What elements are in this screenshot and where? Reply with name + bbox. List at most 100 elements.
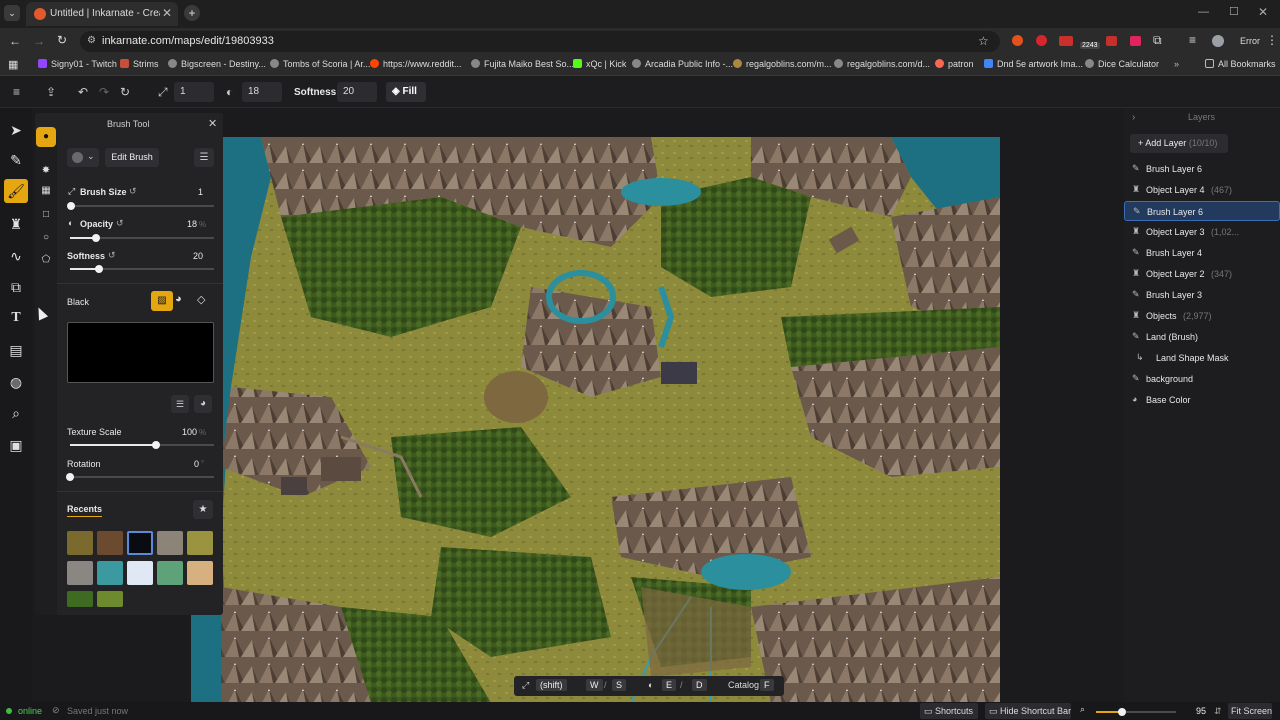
- rotation-value[interactable]: 0: [175, 459, 199, 469]
- brush-settings-sliders-icon[interactable]: ☰: [194, 148, 214, 167]
- redo-icon[interactable]: ↷: [99, 85, 109, 99]
- pentagon-brush-shape-icon[interactable]: ⬠: [38, 252, 54, 268]
- brush-size-value[interactable]: 1: [175, 187, 203, 197]
- window-maximize-button[interactable]: ☐: [1229, 5, 1239, 18]
- layer-row[interactable]: ✎ Brush Layer 3: [1124, 285, 1280, 305]
- slider-handle[interactable]: [66, 473, 74, 481]
- layer-row[interactable]: ◕ Base Color: [1124, 390, 1280, 410]
- recent-swatch[interactable]: [67, 591, 93, 607]
- zoom-slider[interactable]: [1096, 708, 1176, 716]
- recent-swatch[interactable]: [97, 591, 123, 607]
- brush-tool-icon[interactable]: 🖌: [4, 179, 28, 203]
- recent-swatch[interactable]: [127, 561, 153, 585]
- map-canvas[interactable]: [191, 137, 1000, 703]
- recent-swatch[interactable]: [127, 531, 153, 555]
- slider-handle[interactable]: [152, 441, 161, 449]
- square-brush-shape-icon[interactable]: □: [38, 207, 54, 223]
- bookmark-item[interactable]: Bigscreen - Destiny...: [168, 59, 266, 69]
- history-icon[interactable]: ↻: [120, 85, 130, 99]
- texture-mode-icon[interactable]: ▨: [151, 291, 173, 311]
- bookmark-item[interactable]: Arcadia Public Info -...: [632, 59, 733, 69]
- bookmark-item[interactable]: xQc | Kick: [573, 59, 626, 69]
- back-icon[interactable]: ←: [9, 34, 21, 48]
- bookmark-item[interactable]: https://www.reddit...: [370, 59, 462, 69]
- save-icon[interactable]: ▣: [4, 433, 28, 457]
- slider-handle[interactable]: [67, 202, 76, 210]
- browser-menu-icon[interactable]: ⋮: [1266, 33, 1278, 47]
- recent-swatch[interactable]: [97, 561, 123, 585]
- bookmark-item[interactable]: Fujita Maiko Best So...: [471, 59, 574, 69]
- opacity-input[interactable]: 18: [242, 82, 282, 102]
- palette-picker-icon[interactable]: ◕: [194, 395, 212, 413]
- reset-icon[interactable]: ↺: [129, 186, 137, 197]
- bookmark-item[interactable]: regalgoblins.com/m...: [733, 59, 832, 69]
- extension-icon-5[interactable]: [1130, 36, 1141, 46]
- close-tab-icon[interactable]: ✕: [162, 6, 172, 20]
- ring-brush-shape-icon[interactable]: ○: [38, 230, 54, 246]
- layer-row[interactable]: ✎ Land (Brush): [1124, 327, 1280, 347]
- recent-swatch[interactable]: [67, 531, 93, 555]
- eyedropper-icon[interactable]: ✎: [4, 148, 28, 172]
- splat-brush-shape-icon[interactable]: ✸: [38, 163, 54, 179]
- apps-grid-icon[interactable]: ▦: [8, 58, 18, 71]
- zoom-stepper-icon[interactable]: ⇵: [1214, 706, 1222, 717]
- collapse-panel-icon[interactable]: ›: [1132, 112, 1135, 123]
- texture-scale-value[interactable]: 100: [165, 427, 197, 437]
- layer-row[interactable]: ↳ Land Shape Mask: [1124, 348, 1280, 368]
- globe-icon[interactable]: ◍: [4, 370, 28, 394]
- slider-handle[interactable]: [1118, 708, 1126, 716]
- softness-value[interactable]: 20: [175, 251, 203, 261]
- softness-input[interactable]: 20: [337, 82, 377, 102]
- recent-swatch[interactable]: [67, 561, 93, 585]
- tab-search-button[interactable]: ⌄: [4, 5, 20, 21]
- rotation-slider[interactable]: [66, 473, 214, 481]
- reset-icon[interactable]: ↺: [108, 250, 116, 261]
- window-close-button[interactable]: ✕: [1258, 5, 1268, 19]
- opacity-slider[interactable]: [70, 234, 214, 242]
- softness-slider[interactable]: [70, 265, 214, 273]
- hamburger-menu-icon[interactable]: ≡: [13, 85, 20, 99]
- edit-brush-button[interactable]: Edit Brush: [105, 148, 159, 167]
- browser-tab-active[interactable]: Untitled | Inkarnate - Create Fa ✕: [26, 2, 178, 26]
- notes-icon[interactable]: ▤: [4, 338, 28, 362]
- layer-row[interactable]: ✎ Brush Layer 6: [1124, 159, 1280, 179]
- reading-list-icon[interactable]: ≡: [1189, 33, 1196, 47]
- shapes-tool-icon[interactable]: ⧉: [4, 275, 28, 299]
- profile-avatar-icon[interactable]: [1212, 35, 1224, 47]
- zoom-value[interactable]: 95: [1196, 706, 1206, 716]
- layer-row[interactable]: ✎ Brush Layer 4: [1124, 243, 1280, 263]
- all-bookmarks-folder[interactable]: All Bookmarks: [1205, 59, 1276, 69]
- select-cursor-icon[interactable]: ➤: [4, 118, 28, 142]
- reload-icon[interactable]: ↻: [57, 33, 67, 47]
- site-info-icon[interactable]: ⚙: [87, 35, 96, 46]
- close-panel-icon[interactable]: ✕: [208, 117, 217, 130]
- favorites-star-icon[interactable]: ★: [193, 500, 213, 519]
- hide-shortcut-bar-button[interactable]: ▭ Hide Shortcut Bar: [985, 703, 1071, 719]
- bookmark-item[interactable]: Dice Calculator: [1085, 59, 1159, 69]
- recent-swatch[interactable]: [157, 531, 183, 555]
- bookmark-item[interactable]: regalgoblins.com/d...: [834, 59, 930, 69]
- stamp-object-icon[interactable]: ♜: [4, 212, 28, 236]
- fill-button[interactable]: ◈ Fill: [386, 82, 426, 102]
- undo-icon[interactable]: ↶: [78, 85, 88, 99]
- extension-icon-3[interactable]: [1059, 36, 1073, 46]
- bookmark-item[interactable]: Dnd 5e artwork Ima...: [984, 59, 1083, 69]
- fit-screen-button[interactable]: Fit Screen: [1228, 703, 1272, 719]
- layer-row[interactable]: ♜ Object Layer 4 (467): [1124, 180, 1280, 200]
- reset-icon[interactable]: ↺: [116, 218, 124, 229]
- layer-row[interactable]: ✎ background: [1124, 369, 1280, 389]
- bookmark-item[interactable]: Signy01 - Twitch: [38, 59, 117, 69]
- recent-swatch[interactable]: [187, 561, 213, 585]
- bookmark-star-icon[interactable]: ☆: [978, 34, 989, 48]
- slider-handle[interactable]: [94, 265, 103, 273]
- profile-error-label[interactable]: Error: [1240, 36, 1260, 46]
- extension-icon-2[interactable]: [1036, 35, 1047, 46]
- grid-brush-shape-icon[interactable]: ▦: [38, 183, 54, 199]
- bookmark-item[interactable]: Tombs of Scoria | Ar...: [270, 59, 370, 69]
- extension-icon-1[interactable]: [1012, 35, 1023, 46]
- opacity-value[interactable]: 18: [165, 219, 197, 229]
- address-bar[interactable]: ⚙ inkarnate.com/maps/edit/19803933 ☆: [80, 31, 1000, 52]
- eraser-icon[interactable]: ◇: [197, 293, 205, 306]
- layer-row[interactable]: ♜ Object Layer 2 (347): [1124, 264, 1280, 284]
- layer-row[interactable]: ♜ Object Layer 3 (1,02...: [1124, 222, 1280, 242]
